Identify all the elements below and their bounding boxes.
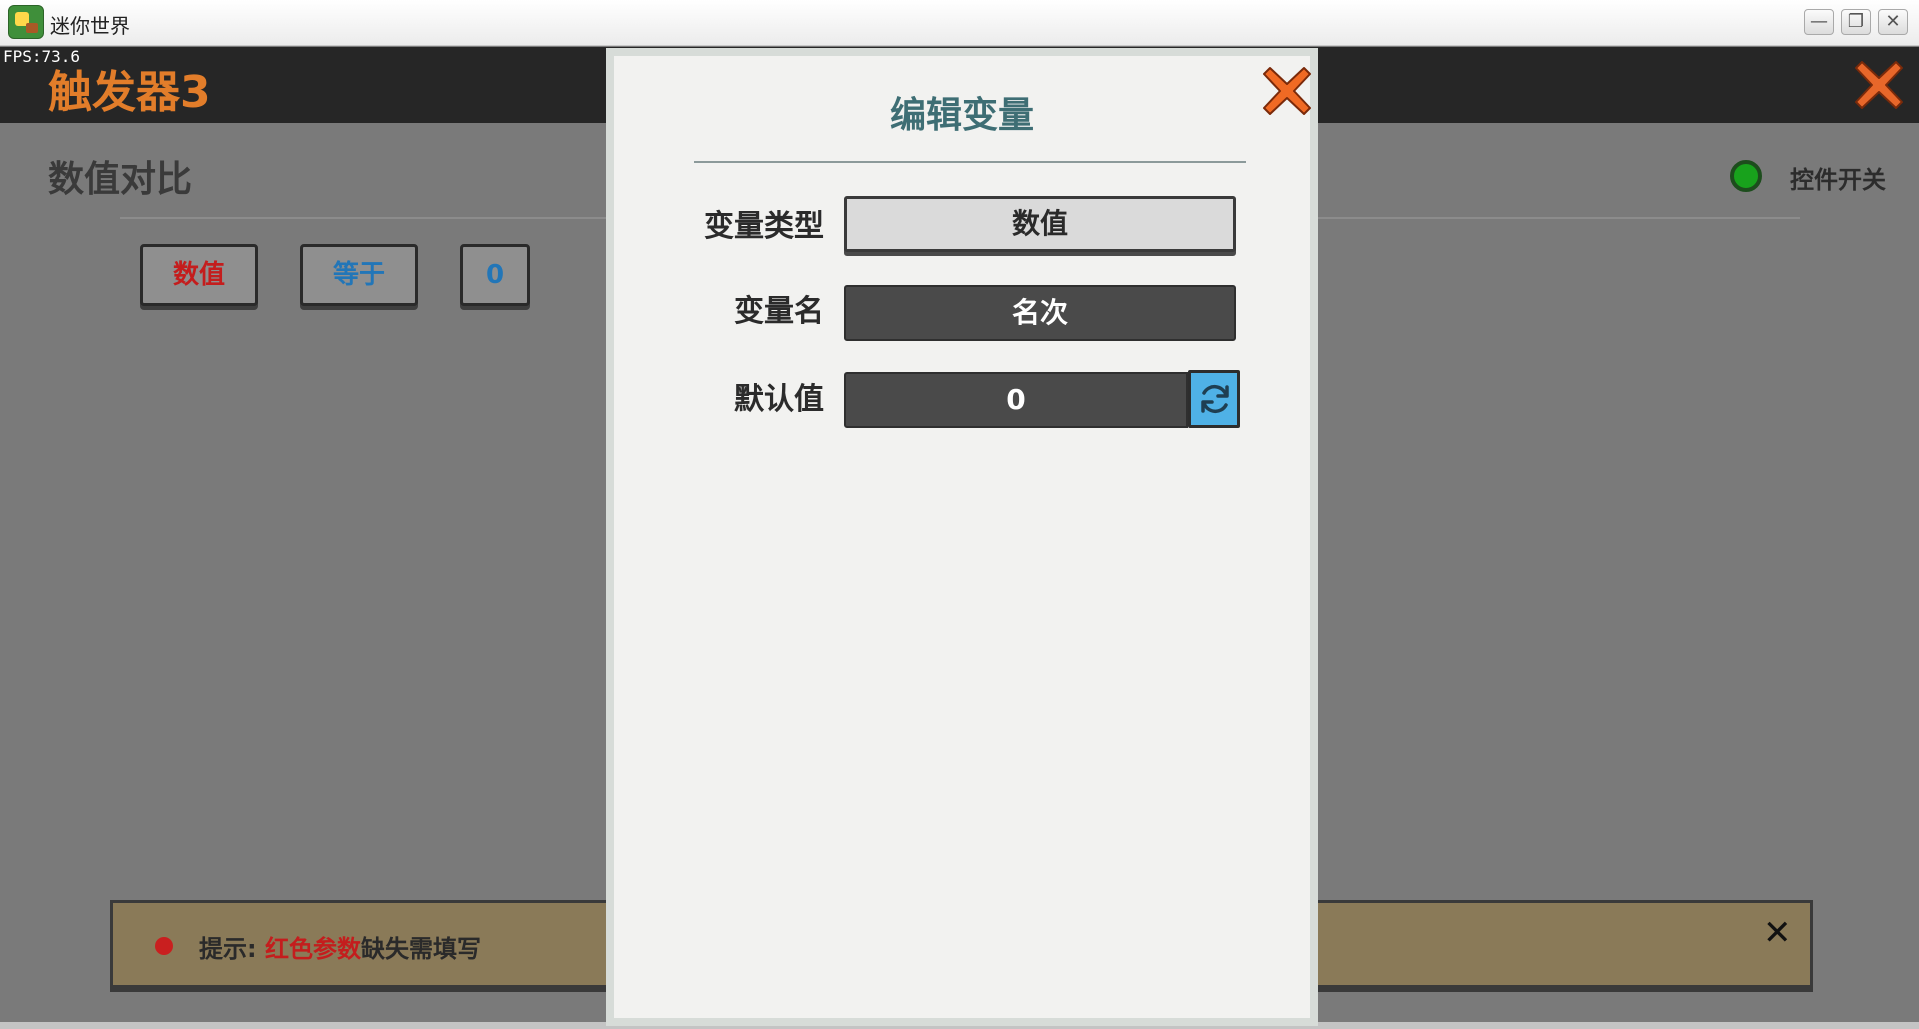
hint-suffix: 缺失需填写 xyxy=(360,935,481,963)
variable-name-input[interactable]: 名次 xyxy=(844,285,1236,341)
window-close-button[interactable]: ✕ xyxy=(1878,9,1908,35)
default-value-label: 默认值 xyxy=(734,382,824,417)
header-close-icon[interactable] xyxy=(1852,58,1906,112)
default-value-input[interactable]: 0 xyxy=(844,372,1188,428)
condition-section-title: 数值对比 xyxy=(48,159,193,200)
hint-message: 提示: 红色参数缺失需填写 xyxy=(199,929,481,964)
variable-name-label: 变量名 xyxy=(734,294,824,329)
window-title: 迷你世界 xyxy=(50,14,130,38)
hint-highlight: 红色参数 xyxy=(264,935,361,963)
control-toggle-label[interactable]: 控件开关 xyxy=(1790,160,1886,195)
maximize-button[interactable]: ❐ xyxy=(1841,9,1871,35)
fps-counter: FPS:73.6 xyxy=(3,47,81,66)
operator-param-button[interactable]: 等于 xyxy=(300,244,418,306)
dialog-close-icon[interactable] xyxy=(1260,64,1314,118)
status-dot-icon[interactable] xyxy=(1730,160,1762,192)
hint-close-button[interactable]: ✕ xyxy=(1763,913,1792,953)
refresh-icon xyxy=(1201,384,1229,414)
edit-variable-dialog: 编辑变量 变量类型 数值 变量名 名次 默认值 0 xyxy=(606,48,1318,1026)
hint-prefix: 提示: xyxy=(199,935,265,963)
minimize-button[interactable]: — xyxy=(1804,9,1834,35)
value-param-button[interactable]: 数值 xyxy=(140,244,258,306)
warning-dot-icon xyxy=(155,937,173,955)
refresh-button[interactable] xyxy=(1188,370,1240,428)
dialog-title: 编辑变量 xyxy=(889,95,1034,136)
app-logo-icon xyxy=(8,5,44,39)
variable-type-label: 变量类型 xyxy=(704,209,824,244)
dialog-divider xyxy=(694,161,1246,163)
variable-type-selector[interactable]: 数值 xyxy=(844,196,1236,252)
operand-param-button[interactable]: 0 xyxy=(460,244,530,306)
window-titlebar: 迷你世界 — ❐ ✕ xyxy=(0,0,1919,46)
